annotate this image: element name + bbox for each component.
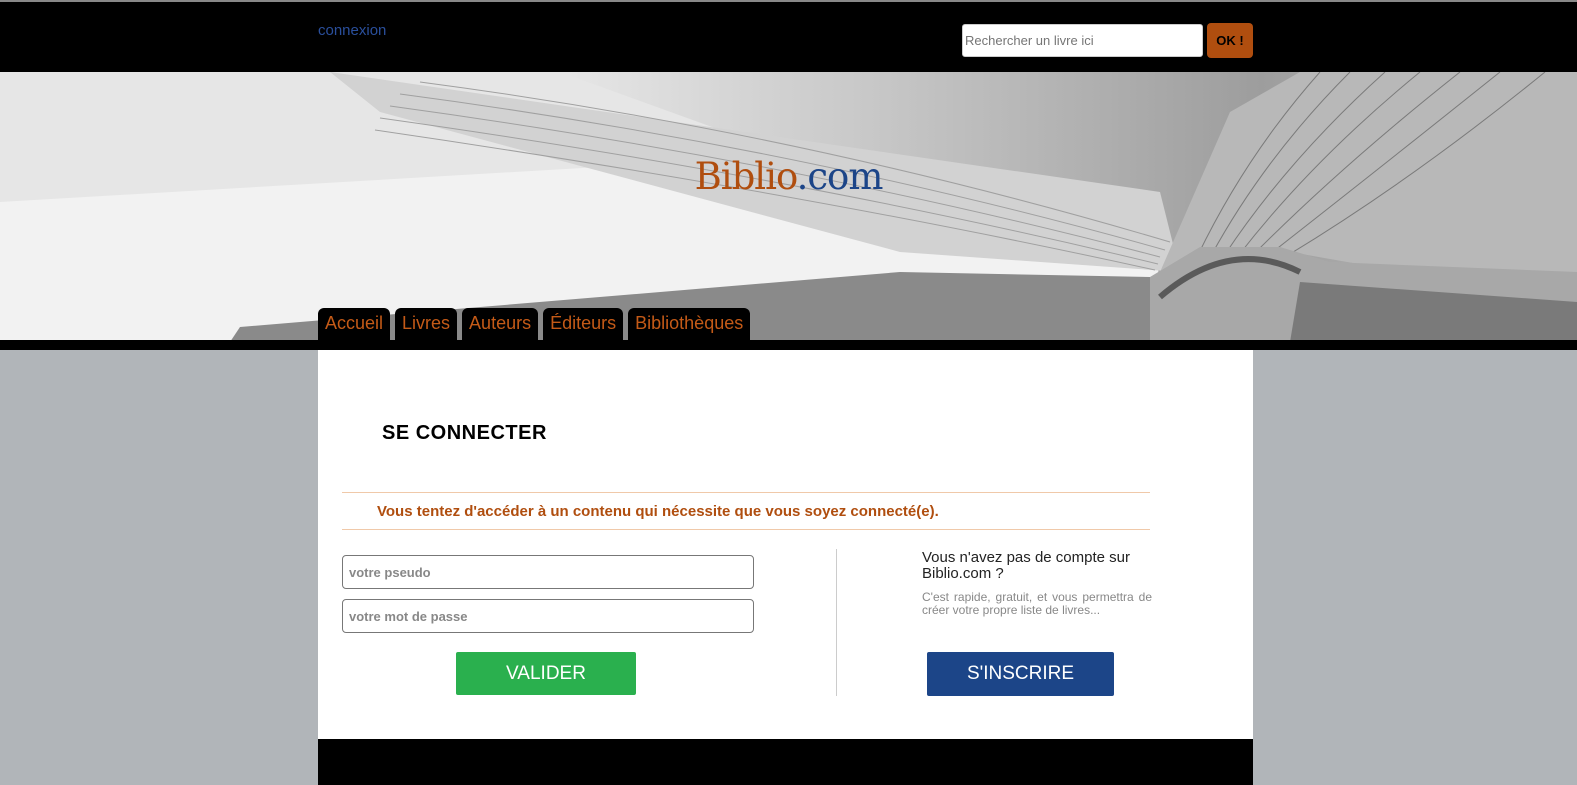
footer xyxy=(318,739,1253,785)
validate-button[interactable]: VALIDER xyxy=(456,652,636,695)
tab-auteurs[interactable]: Auteurs xyxy=(462,308,539,342)
tab-bibliotheques[interactable]: Bibliothèques xyxy=(628,308,751,342)
password-input[interactable] xyxy=(342,599,754,633)
tab-accueil[interactable]: Accueil xyxy=(318,308,391,342)
page-title: SE CONNECTER xyxy=(382,422,547,444)
access-notice: Vous tentez d'accéder à un contenu qui n… xyxy=(342,492,1150,530)
open-book-illustration xyxy=(0,72,1577,342)
signup-button[interactable]: S'INSCRIRE xyxy=(927,652,1114,696)
tab-editeurs[interactable]: Éditeurs xyxy=(543,308,624,342)
tab-livres[interactable]: Livres xyxy=(395,308,458,342)
signup-title: Vous n'avez pas de compte sur Biblio.com… xyxy=(922,549,1130,582)
signup-description: C'est rapide, gratuit, et vous permettra… xyxy=(922,590,1152,617)
main-content: SE CONNECTER Vous tentez d'accéder à un … xyxy=(318,350,1253,739)
nav-underline xyxy=(0,340,1577,350)
pseudo-input[interactable] xyxy=(342,555,754,589)
login-link[interactable]: connexion xyxy=(318,22,386,39)
main-nav: Accueil Livres Auteurs Éditeurs Biblioth… xyxy=(318,308,751,342)
header-banner: Biblio.com xyxy=(0,72,1577,342)
logo-tld: .com xyxy=(796,155,884,198)
search-button[interactable]: OK ! xyxy=(1207,23,1253,58)
vertical-divider xyxy=(836,549,837,696)
logo-brand: Biblio xyxy=(694,155,798,198)
site-logo[interactable]: Biblio.com xyxy=(0,155,1577,198)
top-bar: connexion OK ! xyxy=(0,0,1577,72)
access-notice-text: Vous tentez d'accéder à un contenu qui n… xyxy=(377,503,939,520)
search-input[interactable] xyxy=(962,24,1203,57)
